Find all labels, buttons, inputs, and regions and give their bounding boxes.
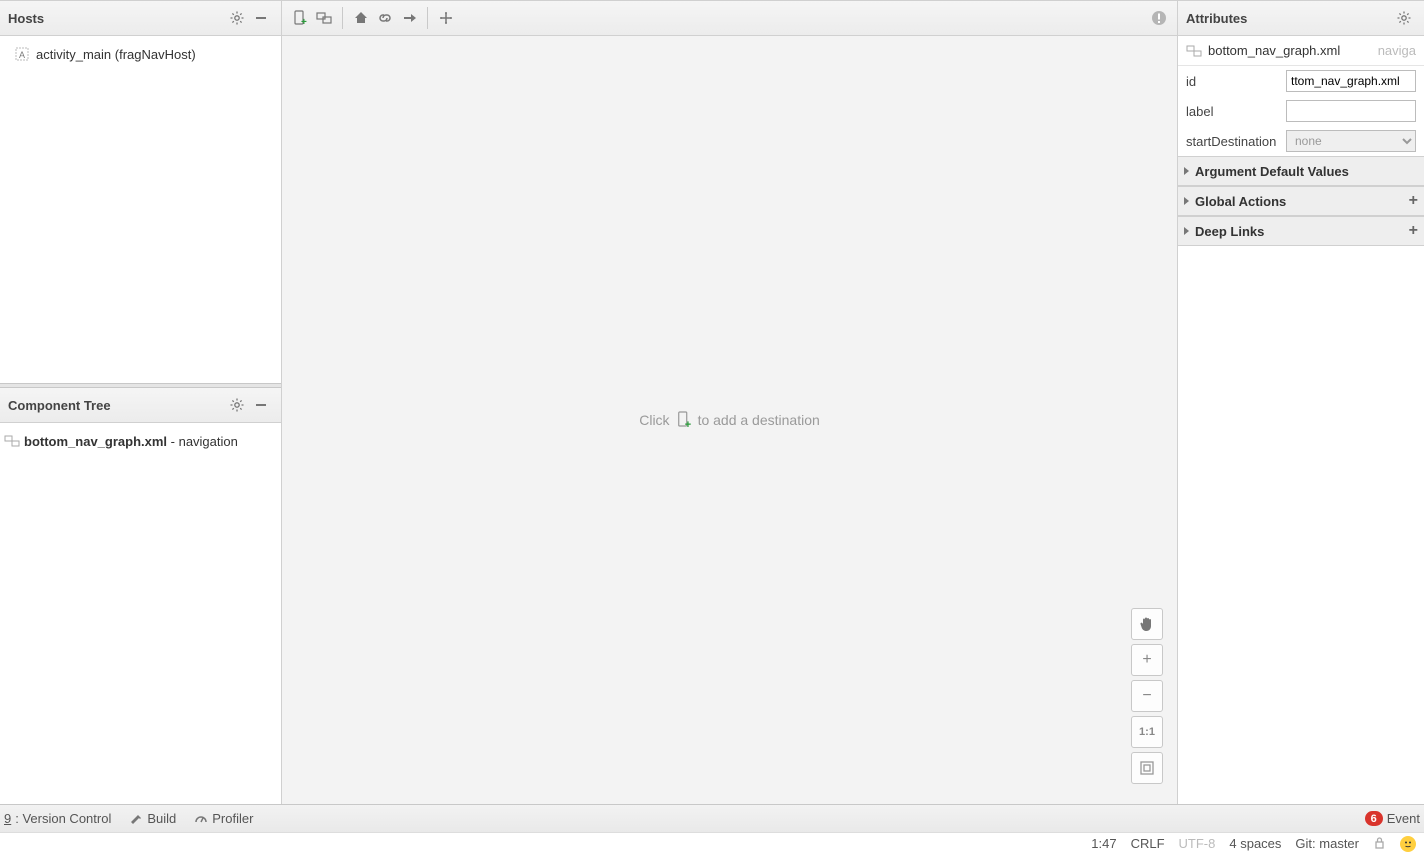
- section-argument-defaults[interactable]: Argument Default Values: [1178, 156, 1424, 186]
- add-destination-icon[interactable]: +: [288, 6, 312, 30]
- cursor-position[interactable]: 1:47: [1091, 836, 1116, 851]
- gear-icon[interactable]: [225, 6, 249, 30]
- warning-icon[interactable]: [1147, 6, 1171, 30]
- svg-text:A: A: [19, 50, 25, 60]
- host-item-label: activity_main (fragNavHost): [36, 47, 196, 62]
- svg-text:+: +: [685, 419, 691, 429]
- arrow-right-icon[interactable]: [397, 6, 421, 30]
- lock-icon[interactable]: [1373, 836, 1386, 852]
- left-column: Hosts A activity_main (fragNavHost): [0, 1, 282, 804]
- hosts-list: A activity_main (fragNavHost): [0, 36, 281, 383]
- nested-graph-icon[interactable]: [312, 6, 336, 30]
- attributes-file-row: bottom_nav_graph.xml naviga: [1178, 36, 1424, 66]
- tree-item[interactable]: bottom_nav_graph.xml - navigation: [0, 429, 281, 453]
- section-deep-links[interactable]: Deep Links +: [1178, 216, 1424, 246]
- canvas-hint: Click + to add a destination: [639, 411, 820, 429]
- build-tab[interactable]: Build: [129, 811, 176, 826]
- attr-start-label: startDestination: [1186, 134, 1280, 149]
- caret-icon: [1184, 227, 1189, 235]
- zoom-fit-button[interactable]: [1131, 752, 1163, 784]
- version-control-tab[interactable]: 9: Version Control: [4, 811, 111, 826]
- gear-icon[interactable]: [1392, 6, 1416, 30]
- attributes-header: Attributes: [1178, 1, 1424, 36]
- pan-button[interactable]: [1131, 608, 1163, 640]
- attributes-title: Attributes: [1186, 11, 1392, 26]
- toolbar-separator: [342, 7, 343, 29]
- canvas-toolbar: +: [282, 1, 1177, 36]
- attr-id-input[interactable]: [1286, 70, 1416, 92]
- add-destination-icon: +: [676, 411, 692, 429]
- hammer-icon: [129, 812, 143, 826]
- attr-id-label: id: [1186, 74, 1280, 89]
- svg-text:+: +: [301, 17, 307, 26]
- add-icon[interactable]: +: [1409, 222, 1418, 240]
- zoom-out-button[interactable]: −: [1131, 680, 1163, 712]
- add-icon[interactable]: +: [1409, 192, 1418, 210]
- gauge-icon: [194, 812, 208, 826]
- event-badge: 6: [1365, 811, 1383, 826]
- hosts-title: Hosts: [8, 11, 225, 26]
- attr-start-row: startDestination none: [1178, 126, 1424, 156]
- design-canvas[interactable]: Click + to add a destination + − 1:1: [282, 36, 1177, 804]
- attr-id-row: id: [1178, 66, 1424, 96]
- attributes-filename: bottom_nav_graph.xml: [1208, 43, 1340, 58]
- toolbar-separator: [427, 7, 428, 29]
- section-label: Deep Links: [1195, 224, 1264, 239]
- event-log-tab[interactable]: 6 Event: [1365, 811, 1420, 826]
- nav-graph-icon: [4, 433, 20, 449]
- minimize-icon[interactable]: [249, 6, 273, 30]
- attr-label-label: label: [1186, 104, 1280, 119]
- caret-icon: [1184, 197, 1189, 205]
- zoom-reset-button[interactable]: 1:1: [1131, 716, 1163, 748]
- component-tree-body: bottom_nav_graph.xml - navigation: [0, 422, 281, 804]
- tree-item-label: bottom_nav_graph.xml - navigation: [24, 434, 238, 449]
- activity-icon: A: [14, 46, 30, 62]
- component-tree-panel: Component Tree bottom_nav_graph.xml - na…: [0, 388, 281, 804]
- canvas-hint-text: Click: [639, 412, 669, 428]
- section-global-actions[interactable]: Global Actions +: [1178, 186, 1424, 216]
- gear-icon[interactable]: [225, 393, 249, 417]
- section-label: Argument Default Values: [1195, 164, 1349, 179]
- line-ending[interactable]: CRLF: [1131, 836, 1165, 851]
- attr-start-select[interactable]: none: [1286, 130, 1416, 152]
- hosts-panel: Hosts A activity_main (fragNavHost): [0, 1, 281, 383]
- zoom-controls: + − 1:1: [1131, 608, 1163, 784]
- minimize-icon[interactable]: [249, 393, 273, 417]
- section-label: Global Actions: [1195, 194, 1286, 209]
- auto-arrange-icon[interactable]: [434, 6, 458, 30]
- host-item[interactable]: A activity_main (fragNavHost): [0, 42, 281, 66]
- smiley-icon[interactable]: [1400, 836, 1416, 852]
- hosts-header: Hosts: [0, 1, 281, 36]
- attributes-panel: Attributes bottom_nav_graph.xml naviga i…: [1178, 1, 1424, 804]
- design-canvas-panel: +: [282, 1, 1178, 804]
- profiler-tab[interactable]: Profiler: [194, 811, 253, 826]
- canvas-hint-text: to add a destination: [698, 412, 820, 428]
- attributes-filetype: naviga: [1378, 43, 1416, 58]
- nav-graph-icon: [1186, 43, 1202, 59]
- attr-label-row: label: [1178, 96, 1424, 126]
- hand-icon: [1138, 615, 1156, 633]
- encoding[interactable]: UTF-8: [1179, 836, 1216, 851]
- component-tree-header: Component Tree: [0, 388, 281, 422]
- zoom-in-button[interactable]: +: [1131, 644, 1163, 676]
- link-icon[interactable]: [373, 6, 397, 30]
- component-tree-title: Component Tree: [8, 398, 225, 413]
- status-bar: 1:47 CRLF UTF-8 4 spaces Git: master: [0, 832, 1424, 854]
- git-branch[interactable]: Git: master: [1295, 836, 1359, 851]
- fit-icon: [1140, 761, 1154, 775]
- bottom-toolbar: 9: Version Control Build Profiler 6 Even…: [0, 804, 1424, 832]
- indent[interactable]: 4 spaces: [1229, 836, 1281, 851]
- attr-label-input[interactable]: [1286, 100, 1416, 122]
- caret-icon: [1184, 167, 1189, 175]
- home-icon[interactable]: [349, 6, 373, 30]
